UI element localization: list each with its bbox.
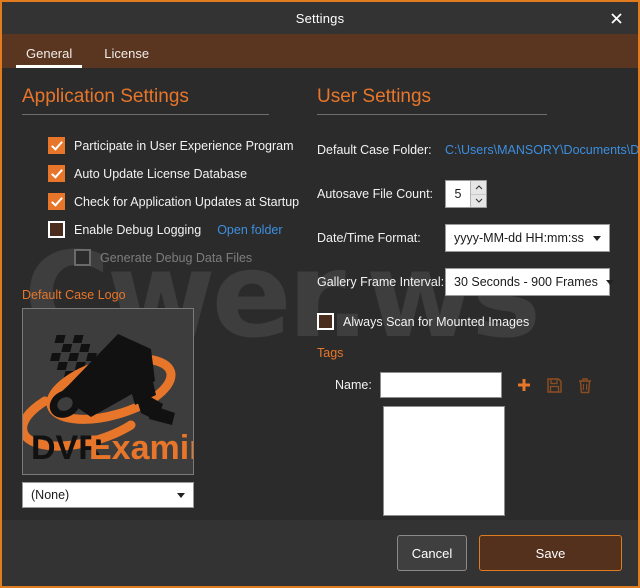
chevron-down-icon	[593, 235, 601, 241]
tab-general[interactable]: General	[10, 47, 88, 68]
default-case-logo-preview: DVR Examiner	[22, 308, 194, 475]
checkbox-auto-update-license[interactable]	[48, 165, 65, 182]
default-case-folder-link[interactable]: C:\Users\MANSORY\Documents\DV...	[445, 143, 638, 157]
chevron-down-icon	[605, 279, 614, 285]
settings-dialog: Settings General License Cwer.ws Applica…	[0, 0, 640, 588]
gallery-frame-interval-row: Gallery Frame Interval: 30 Seconds - 900…	[317, 268, 638, 296]
checkbox-label-generate-debug-data: Generate Debug Data Files	[100, 250, 253, 265]
user-settings-panel: User Settings Default Case Folder: C:\Us…	[307, 68, 638, 520]
open-folder-link[interactable]: Open folder	[217, 223, 282, 237]
window-title: Settings	[295, 10, 345, 26]
section-divider	[22, 114, 269, 115]
default-case-logo-label: Default Case Logo	[22, 288, 126, 302]
close-glyph	[610, 12, 622, 24]
save-button[interactable]: Save	[479, 535, 622, 571]
chevron-down-icon	[177, 492, 185, 498]
gallery-frame-interval-select[interactable]: 30 Seconds - 900 Frames	[445, 268, 614, 296]
checkbox-debug-logging[interactable]	[48, 221, 65, 238]
datetime-format-value: yyyy-MM-dd HH:mm:ss	[454, 231, 584, 245]
stepper-arrows	[470, 181, 486, 207]
checkbox-row-debug-logging[interactable]: Enable Debug Logging Open folder	[48, 221, 287, 238]
save-disk-icon[interactable]	[546, 377, 563, 394]
dvr-examiner-logo-icon: DVR Examiner	[23, 334, 193, 467]
tab-license[interactable]: License	[88, 47, 165, 68]
checkbox-label-ux-program: Participate in User Experience Program	[74, 138, 294, 153]
checkbox-row-check-updates[interactable]: Check for Application Updates at Startup	[48, 193, 299, 210]
title-bar: Settings	[2, 2, 638, 34]
checkbox-row-generate-debug-data: Generate Debug Data Files	[74, 249, 287, 266]
gallery-frame-interval-value: 30 Seconds - 900 Frames	[454, 275, 598, 289]
close-icon[interactable]	[594, 2, 638, 34]
trash-icon[interactable]	[577, 377, 593, 394]
cancel-button[interactable]: Cancel	[397, 535, 467, 571]
checkbox-generate-debug-data	[74, 249, 91, 266]
tab-strip: General License	[2, 34, 638, 68]
application-settings-panel: Application Settings Participate in User…	[2, 68, 307, 520]
application-settings-heading: Application Settings	[22, 86, 189, 107]
datetime-format-row: Date/Time Format: yyyy-MM-dd HH:mm:ss	[317, 224, 638, 252]
autosave-file-count-row: Autosave File Count: 5	[317, 180, 638, 208]
checkbox-row-auto-update-license[interactable]: Auto Update License Database	[48, 165, 287, 182]
checkbox-check-updates[interactable]	[48, 193, 65, 210]
save-disk-glyph	[547, 377, 562, 393]
logo-text-examiner: Examiner	[89, 429, 193, 467]
checkbox-always-scan[interactable]	[317, 313, 334, 330]
user-settings-heading: User Settings	[317, 86, 432, 107]
plus-glyph	[517, 379, 530, 391]
checkbox-label-auto-update-license: Auto Update License Database	[74, 166, 248, 181]
gallery-frame-interval-label: Gallery Frame Interval:	[317, 275, 445, 289]
tag-name-label: Name:	[335, 378, 372, 392]
dialog-footer: Cancel Save	[2, 520, 638, 586]
chevron-down-glyph	[475, 198, 482, 204]
default-case-folder-row: Default Case Folder: C:\Users\MANSORY\Do…	[317, 137, 638, 163]
tags-section-label: Tags	[317, 346, 344, 360]
default-case-folder-label: Default Case Folder:	[317, 143, 432, 157]
plus-icon[interactable]	[516, 377, 532, 393]
default-case-logo-select-value: (None)	[31, 488, 70, 502]
checkbox-row-always-scan[interactable]: Always Scan for Mounted Images	[317, 313, 638, 330]
checkbox-label-always-scan: Always Scan for Mounted Images	[343, 314, 530, 329]
checkbox-label-check-updates: Check for Application Updates at Startup	[74, 194, 300, 209]
autosave-file-count-stepper[interactable]: 5	[445, 180, 487, 208]
stepper-down-icon[interactable]	[471, 193, 486, 208]
section-divider	[317, 114, 547, 115]
checkbox-row-ux-program[interactable]: Participate in User Experience Program	[48, 137, 294, 154]
checkbox-ux-program[interactable]	[48, 137, 65, 154]
dialog-body: Cwer.ws Application Settings Participate…	[2, 68, 638, 520]
autosave-file-count-value[interactable]: 5	[446, 181, 470, 207]
checkbox-label-debug-logging: Enable Debug Logging	[74, 222, 202, 237]
stepper-up-icon[interactable]	[471, 181, 486, 194]
datetime-format-select[interactable]: yyyy-MM-dd HH:mm:ss	[445, 224, 610, 252]
datetime-format-label: Date/Time Format:	[317, 231, 421, 245]
default-case-logo-select[interactable]: (None)	[22, 482, 194, 508]
chevron-up-glyph	[475, 184, 482, 190]
tag-name-row: Name:	[317, 372, 638, 398]
autosave-file-count-label: Autosave File Count:	[317, 187, 434, 201]
tag-list[interactable]	[383, 406, 505, 516]
tag-name-input[interactable]	[379, 372, 502, 398]
trash-glyph	[578, 377, 591, 393]
